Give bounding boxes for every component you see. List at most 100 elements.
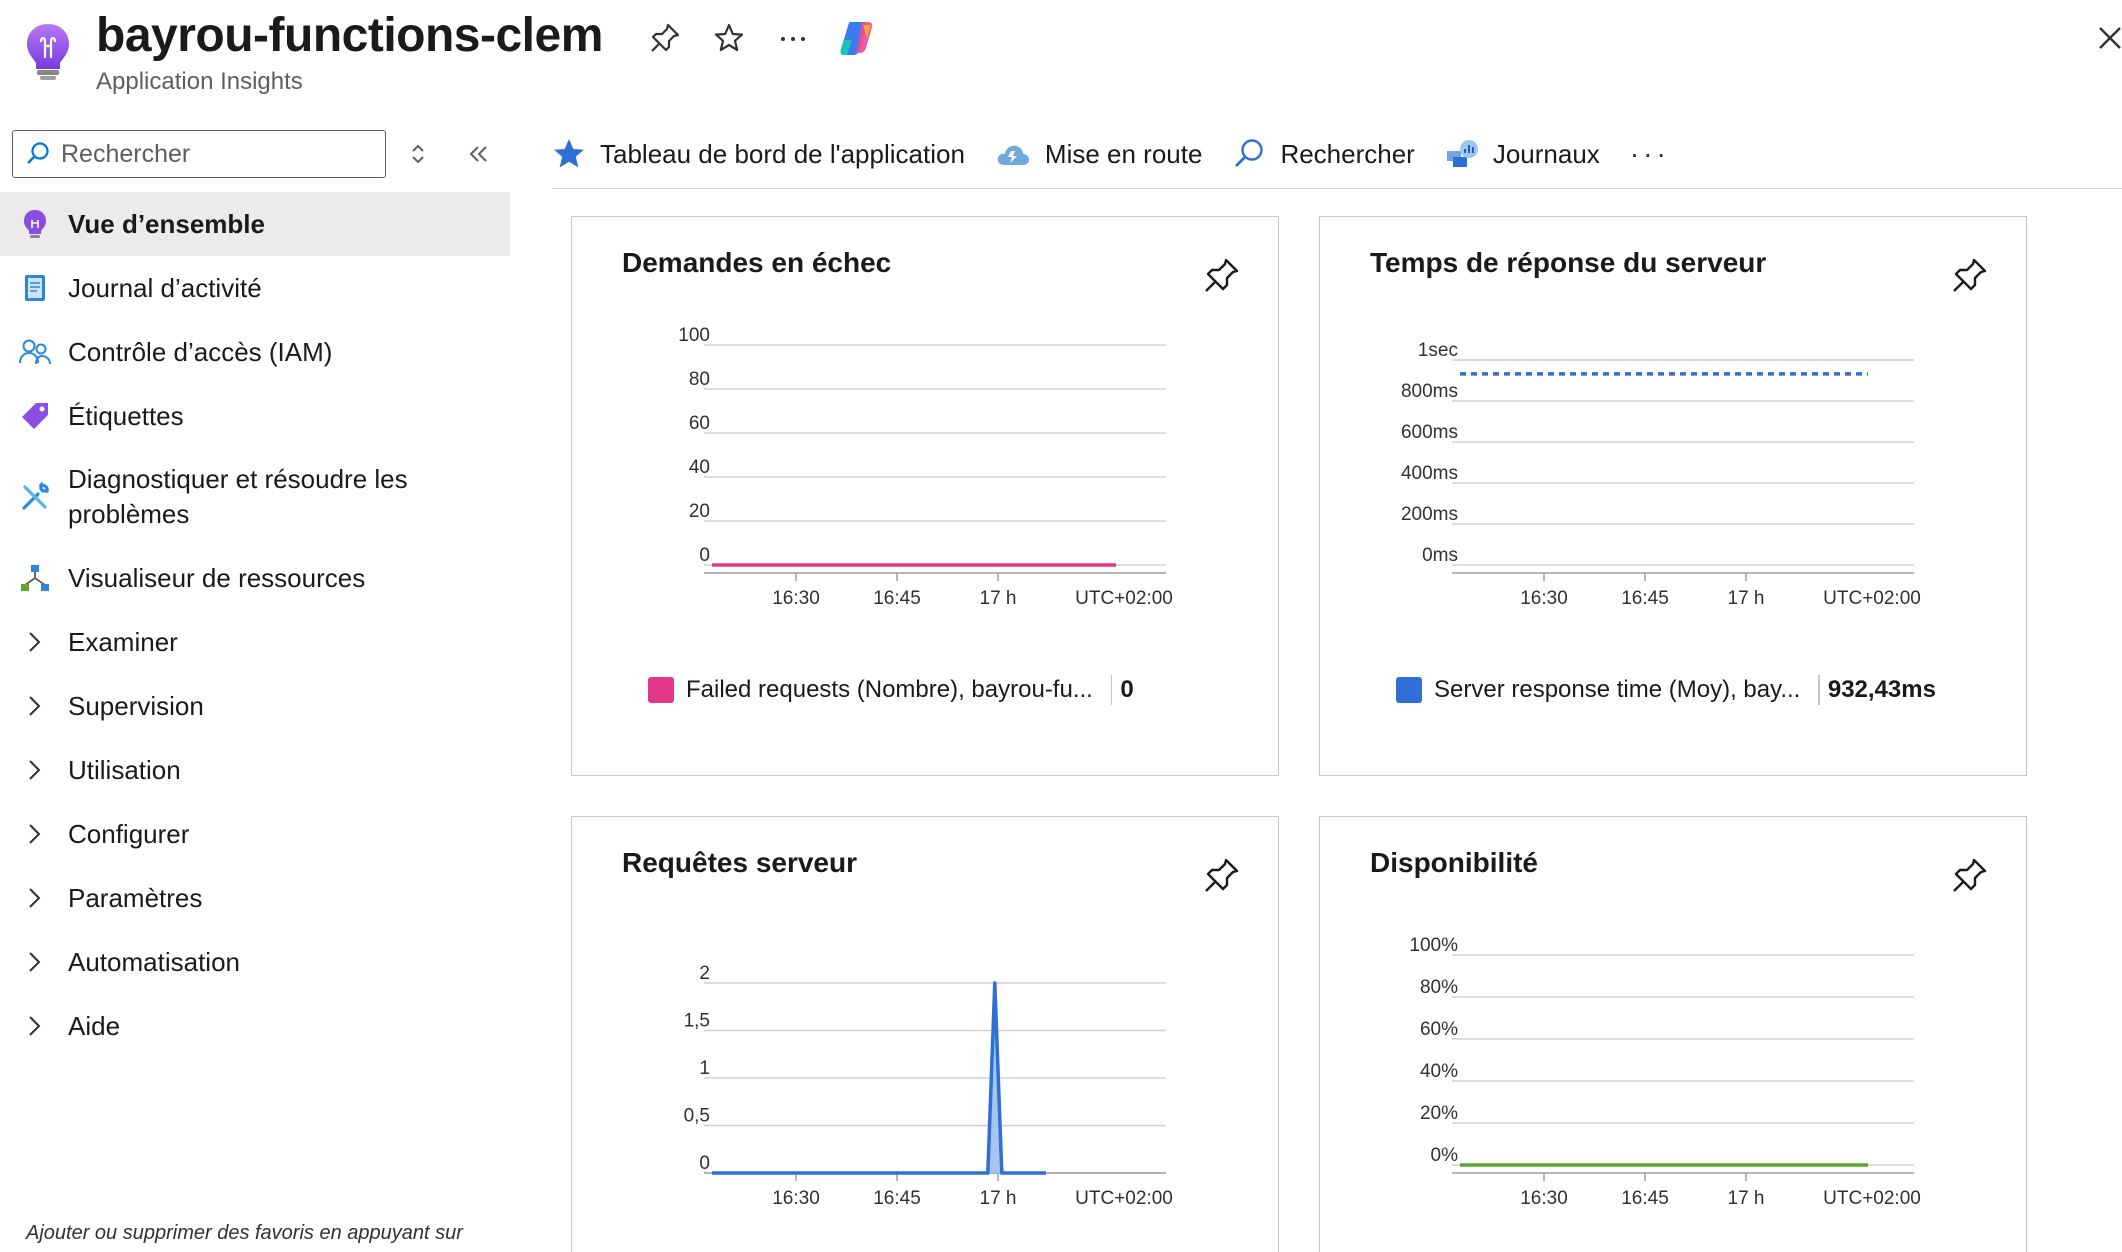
lightbulb-icon: [27, 24, 69, 80]
pin-button[interactable]: [645, 18, 685, 58]
star-outline-icon: [714, 23, 744, 52]
command-bar: Tableau de bord de l'application Mise en…: [552, 128, 1670, 180]
x-tick-label: 16:45: [1621, 588, 1669, 609]
sidebar-group-utilisation[interactable]: Utilisation: [0, 738, 510, 802]
legend-divider: [1110, 675, 1113, 705]
tile-server-requests[interactable]: Requêtes serveur 2 1,5 1 0,5 0 16:30 16:45 17 h…: [571, 816, 1279, 1252]
sidebar-group-label: Utilisation: [68, 754, 181, 785]
sidebar-group-label: Supervision: [68, 690, 204, 721]
logs-button[interactable]: Journaux: [1445, 137, 1600, 171]
sidebar-item-resource-visualizer[interactable]: Visualiseur de ressources: [0, 546, 510, 610]
legend-divider: [1818, 675, 1820, 705]
star-icon: [554, 139, 584, 168]
sidebar-group-label: Paramètres: [68, 882, 203, 913]
sidebar-item-label: Journal d’activité: [68, 272, 262, 303]
tile-failed-requests[interactable]: Demandes en échec 100 80 60 40 20 0 16:30 16:45…: [571, 216, 1279, 776]
cloud-icon: [997, 145, 1029, 165]
more-options-button[interactable]: [773, 18, 813, 58]
sidebar-item-overview[interactable]: Vue d’ensemble: [0, 192, 510, 256]
sidebar-item-label: Étiquettes: [68, 400, 184, 431]
x-tick-label: 17 h: [980, 588, 1017, 609]
chevron-right-icon: [29, 1016, 41, 1036]
hierarchy-icon: [18, 561, 52, 595]
log-book-icon: [18, 271, 52, 305]
timezone-label: UTC+02:00: [1823, 588, 1921, 609]
sidebar-group-label: Configurer: [68, 818, 190, 849]
page-header: bayrou-functions-clem Application Insigh…: [0, 0, 2122, 110]
x-tick-label: 16:30: [1520, 1188, 1568, 1209]
sidebar-group-aide[interactable]: Aide: [0, 994, 510, 1058]
y-tick-label: 40: [689, 457, 710, 478]
sidebar-group-supervision[interactable]: Supervision: [0, 674, 510, 738]
toolbar-label: Mise en route: [1044, 138, 1203, 169]
page-title: bayrou-functions-clem: [96, 9, 603, 62]
x-tick-label: 16:45: [873, 1188, 921, 1209]
sidebar-group-label: Aide: [68, 1010, 121, 1041]
sidebar-group-examiner[interactable]: Examiner: [0, 610, 510, 674]
y-tick-label: 0ms: [1422, 545, 1458, 566]
copilot-button[interactable]: [836, 18, 876, 58]
y-tick-label: 2: [699, 963, 710, 984]
chevron-right-icon: [29, 632, 41, 652]
tile-availability[interactable]: Disponibilité 100% 80% 60% 40% 20% 0% 16:30 16:…: [1319, 816, 2027, 1252]
y-tick-label: 0: [699, 545, 710, 566]
server-requests-chart: 2 1,5 1 0,5 0 16:30 16:45 17 h UTC+02:00: [684, 963, 1173, 1209]
logs-icon: [1446, 140, 1478, 167]
x-tick-label: 16:45: [873, 588, 921, 609]
legend-swatch: [648, 677, 674, 703]
getting-started-button[interactable]: Mise en route: [995, 138, 1203, 170]
y-tick-label: 100: [678, 325, 710, 346]
sidebar-group-automatisation[interactable]: Automatisation: [0, 930, 510, 994]
y-tick-label: 80: [689, 369, 710, 390]
y-tick-label: 1sec: [1418, 340, 1458, 361]
chevron-right-icon: [29, 952, 41, 972]
chevron-right-icon: [29, 824, 41, 844]
y-tick-label: 1,5: [684, 1011, 710, 1032]
y-tick-label: 1: [699, 1058, 710, 1079]
sidebar-nav: Vue d’ensemble Journal d’activité Contrô…: [0, 192, 510, 1058]
app-dashboard-button[interactable]: Tableau de bord de l'application: [552, 137, 965, 171]
pin-icon: [651, 23, 680, 52]
x-tick-label: 17 h: [980, 1188, 1017, 1209]
sidebar-group-parametres[interactable]: Paramètres: [0, 866, 510, 930]
people-icon: [18, 335, 52, 369]
y-tick-label: 60%: [1420, 1019, 1458, 1040]
toolbar-label: Rechercher: [1280, 138, 1415, 169]
sidebar-item-label: Visualiseur de ressources: [68, 562, 366, 593]
ellipsis-icon: [781, 37, 805, 41]
y-tick-label: 600ms: [1401, 422, 1458, 443]
toolbar-more-button[interactable]: ···: [1630, 138, 1670, 170]
sidebar-item-iam[interactable]: Contrôle d’accès (IAM): [0, 320, 510, 384]
close-icon[interactable]: [2090, 18, 2122, 58]
sidebar-group-label: Automatisation: [68, 946, 240, 977]
x-tick-label: 17 h: [1728, 588, 1765, 609]
sidebar-group-configurer[interactable]: Configurer: [0, 802, 510, 866]
chevron-right-icon: [29, 696, 41, 716]
search-button[interactable]: Rechercher: [1232, 137, 1415, 171]
tag-icon: [18, 399, 52, 433]
y-tick-label: 100%: [1409, 935, 1458, 956]
x-tick-label: 16:30: [772, 1188, 820, 1209]
y-tick-label: 0%: [1431, 1145, 1459, 1166]
search-icon: [27, 142, 49, 164]
favorite-button[interactable]: [709, 18, 749, 58]
y-tick-label: 40%: [1420, 1061, 1458, 1082]
y-tick-label: 60: [689, 413, 710, 434]
legend-series-name: Failed requests (Nombre), bayrou-fu...: [686, 676, 1093, 703]
sidebar-search[interactable]: [12, 130, 386, 178]
sidebar-search-input[interactable]: [61, 139, 361, 169]
chart-legend[interactable]: Server response time (Moy), bay... 932,4…: [1396, 675, 1936, 705]
tile-server-response-time[interactable]: Temps de réponse du serveur 1sec 800ms 600…: [1319, 216, 2027, 776]
sidebar-item-diagnose[interactable]: Diagnostiquer et résoudre les problèmes: [0, 448, 510, 546]
sidebar-item-tags[interactable]: Étiquettes: [0, 384, 510, 448]
sidebar-group-label: Examiner: [68, 626, 178, 657]
chart-legend[interactable]: Failed requests (Nombre), bayrou-fu... 0: [648, 675, 1134, 705]
sort-toggle-icon[interactable]: [402, 138, 434, 170]
sidebar-item-label: Vue d’ensemble: [68, 208, 265, 239]
wrench-icon: [18, 480, 52, 514]
y-tick-label: 80%: [1420, 977, 1458, 998]
x-tick-label: 16:30: [772, 588, 820, 609]
y-tick-label: 0,5: [684, 1106, 710, 1127]
sidebar-item-activity-log[interactable]: Journal d’activité: [0, 256, 510, 320]
collapse-sidebar-icon[interactable]: [462, 138, 494, 170]
